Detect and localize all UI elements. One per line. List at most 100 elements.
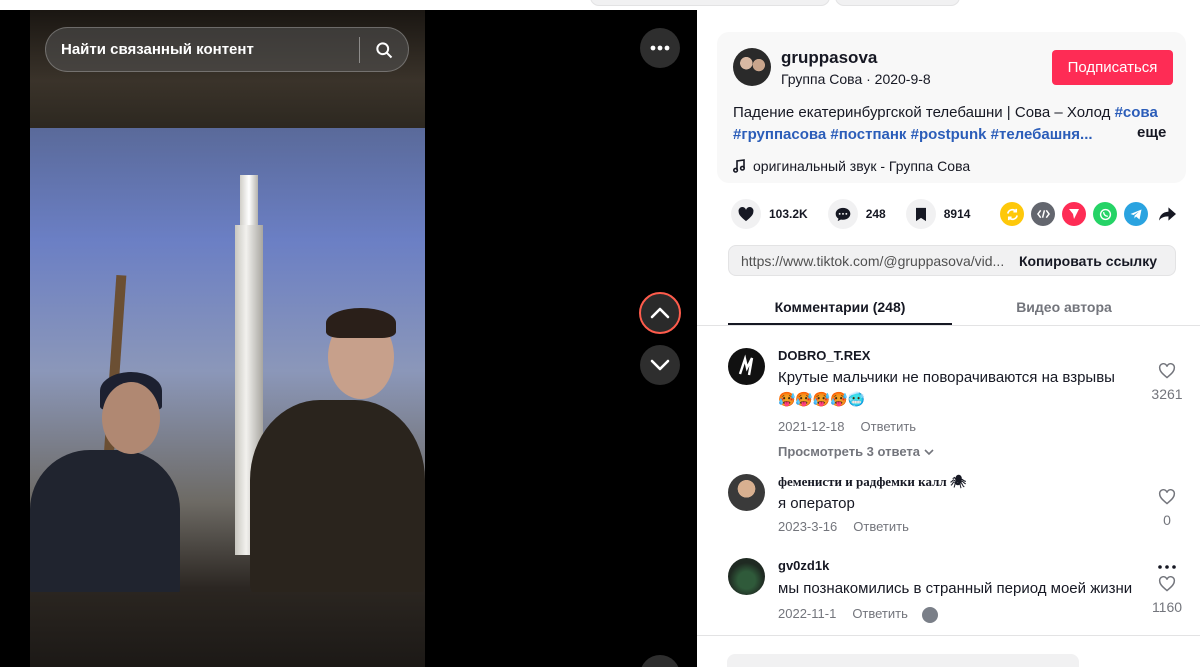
follow-button[interactable]: Подписаться: [1052, 50, 1173, 85]
heart-outline-icon: [1158, 363, 1176, 379]
commenter-username[interactable]: gv0zd1k: [778, 558, 829, 573]
telegram-icon[interactable]: [1124, 202, 1149, 226]
video-description: Падение екатеринбургской телебашни | Сов…: [733, 102, 1173, 146]
comment-input-bar: [697, 635, 1200, 667]
more-dots-icon: [650, 45, 670, 51]
comment-text: Крутые мальчики не поворачиваются на взр…: [778, 369, 1115, 386]
comment-input[interactable]: [727, 654, 1079, 667]
hashtag[interactable]: #сова: [1115, 104, 1158, 121]
tab-comments[interactable]: Комментарии (248): [728, 290, 952, 325]
previous-video-button[interactable]: [639, 292, 681, 334]
video-person-left: [30, 450, 180, 600]
video-head-left: [102, 382, 160, 454]
share-arrow-icon[interactable]: [1155, 202, 1179, 226]
volume-button[interactable]: [640, 655, 680, 667]
send-to-friends-icon[interactable]: [1062, 202, 1087, 226]
reply-button[interactable]: Ответить: [852, 606, 908, 621]
search-input[interactable]: Найти связанный контент: [46, 41, 359, 58]
view-replies-button[interactable]: Просмотреть 3 ответа: [778, 444, 934, 459]
reply-button[interactable]: Ответить: [853, 519, 909, 534]
description-text: Падение екатеринбургской телебашни | Сов…: [733, 104, 1115, 121]
details-panel: gruppasova Группа Сова · 2020-9-8 Подпис…: [697, 10, 1200, 667]
share-icons: [1000, 202, 1179, 226]
reply-button[interactable]: Ответить: [861, 419, 917, 434]
search-button[interactable]: [360, 28, 408, 71]
comment-meta: 2023-3-16 Ответить: [778, 519, 909, 534]
comment-button[interactable]: 248: [827, 199, 886, 229]
chevron-down-icon: [650, 359, 670, 371]
commenter-username[interactable]: феменисти и радфемки калл 🕷: [778, 474, 966, 490]
music-note-icon: [733, 159, 745, 173]
comment-like-button[interactable]: 1160: [1150, 576, 1184, 615]
save-count: 8914: [943, 207, 971, 221]
like-count: 103.2K: [769, 207, 808, 221]
music-link[interactable]: оригинальный звук - Группа Сова: [733, 158, 970, 174]
search-icon: [376, 41, 393, 58]
comment-meta: 2021-12-18 Ответить: [778, 419, 916, 434]
author-avatar[interactable]: [733, 48, 771, 86]
heart-outline-icon: [1158, 576, 1176, 592]
comment-emojis: 🥵🥵🥵🥵🥶: [778, 391, 866, 407]
comment-text: мы познакомились в странный период моей …: [778, 580, 1133, 597]
top-tab-pill[interactable]: [590, 0, 830, 6]
author-subline: Группа Сова · 2020-9-8: [781, 71, 931, 87]
comment-like-count: 3261: [1151, 386, 1183, 402]
more-options-button[interactable]: [640, 28, 680, 68]
video-info-card: gruppasova Группа Сова · 2020-9-8 Подпис…: [717, 32, 1186, 183]
comment-item: gv0zd1k мы познакомились в странный пери…: [728, 558, 1188, 638]
video-dark-bottom: [30, 592, 425, 667]
comment-more-button[interactable]: [1158, 556, 1176, 574]
video-frame[interactable]: [30, 10, 425, 667]
bookmark-icon: [905, 199, 936, 229]
video-person-right: [250, 400, 425, 600]
commenter-avatar[interactable]: [728, 474, 765, 511]
top-tab-pill[interactable]: [835, 0, 960, 6]
commenter-avatar[interactable]: [728, 558, 765, 595]
comment-like-button[interactable]: 3261: [1150, 363, 1184, 402]
top-strip: [0, 0, 1200, 10]
comment-item: феменисти и радфемки калл 🕷 я оператор 2…: [728, 474, 1188, 544]
favorite-button[interactable]: 8914: [905, 199, 971, 229]
hashtag[interactable]: #постпанк: [830, 126, 906, 143]
comment-date: 2022-11-1: [778, 606, 837, 621]
heart-icon: [731, 199, 761, 229]
commenter-username[interactable]: DOBRO_T.REX: [778, 348, 870, 363]
panel-tabs: Комментарии (248) Видео автора: [697, 290, 1200, 326]
repost-icon[interactable]: [1000, 202, 1025, 226]
description-more-link[interactable]: еще: [1137, 124, 1166, 141]
copy-link-row: https://www.tiktok.com/@gruppasova/vid..…: [728, 245, 1176, 276]
music-title: оригинальный звук - Группа Сова: [753, 158, 971, 174]
video-link[interactable]: https://www.tiktok.com/@gruppasova/vid..…: [729, 253, 1007, 269]
author-username[interactable]: gruppasova: [781, 48, 877, 68]
comment-count: 248: [865, 207, 886, 221]
like-button[interactable]: 103.2K: [731, 199, 808, 229]
commenter-avatar[interactable]: [728, 348, 765, 385]
comment-text: я оператор: [778, 495, 855, 512]
video-hair: [326, 308, 396, 338]
chevron-down-icon: [924, 449, 934, 456]
tab-creator-videos[interactable]: Видео автора: [952, 290, 1176, 324]
embed-icon[interactable]: [1031, 202, 1056, 226]
comment-date: 2021-12-18: [778, 419, 845, 434]
next-video-button[interactable]: [640, 345, 680, 385]
heart-outline-icon: [1158, 489, 1176, 505]
creator-liked-avatar: [921, 606, 938, 623]
comment-like-button[interactable]: 0: [1150, 489, 1184, 528]
whatsapp-icon[interactable]: [1093, 202, 1118, 226]
comment-meta: 2022-11-1 Ответить: [778, 606, 938, 623]
hashtag[interactable]: #группасова: [733, 126, 826, 143]
comment-item: DOBRO_T.REX Крутые мальчики не поворачив…: [728, 348, 1188, 459]
comment-like-count: 1160: [1151, 599, 1183, 615]
hashtag[interactable]: #телебашня...: [991, 126, 1093, 143]
action-bar: 103.2K 248 8914: [731, 199, 1176, 229]
comment-bubble-icon: [827, 199, 858, 229]
view-replies-label: Просмотреть 3 ответа: [778, 444, 920, 459]
comment-like-count: 0: [1163, 512, 1171, 528]
related-search-box[interactable]: Найти связанный контент: [45, 27, 409, 72]
video-player[interactable]: Найти связанный контент: [0, 10, 697, 667]
comment-date: 2023-3-16: [778, 519, 838, 534]
chevron-up-icon: [650, 307, 670, 319]
more-dots-icon: [1158, 565, 1176, 569]
hashtag[interactable]: #postpunk: [911, 126, 987, 143]
copy-link-button[interactable]: Копировать ссылку: [1007, 253, 1175, 269]
